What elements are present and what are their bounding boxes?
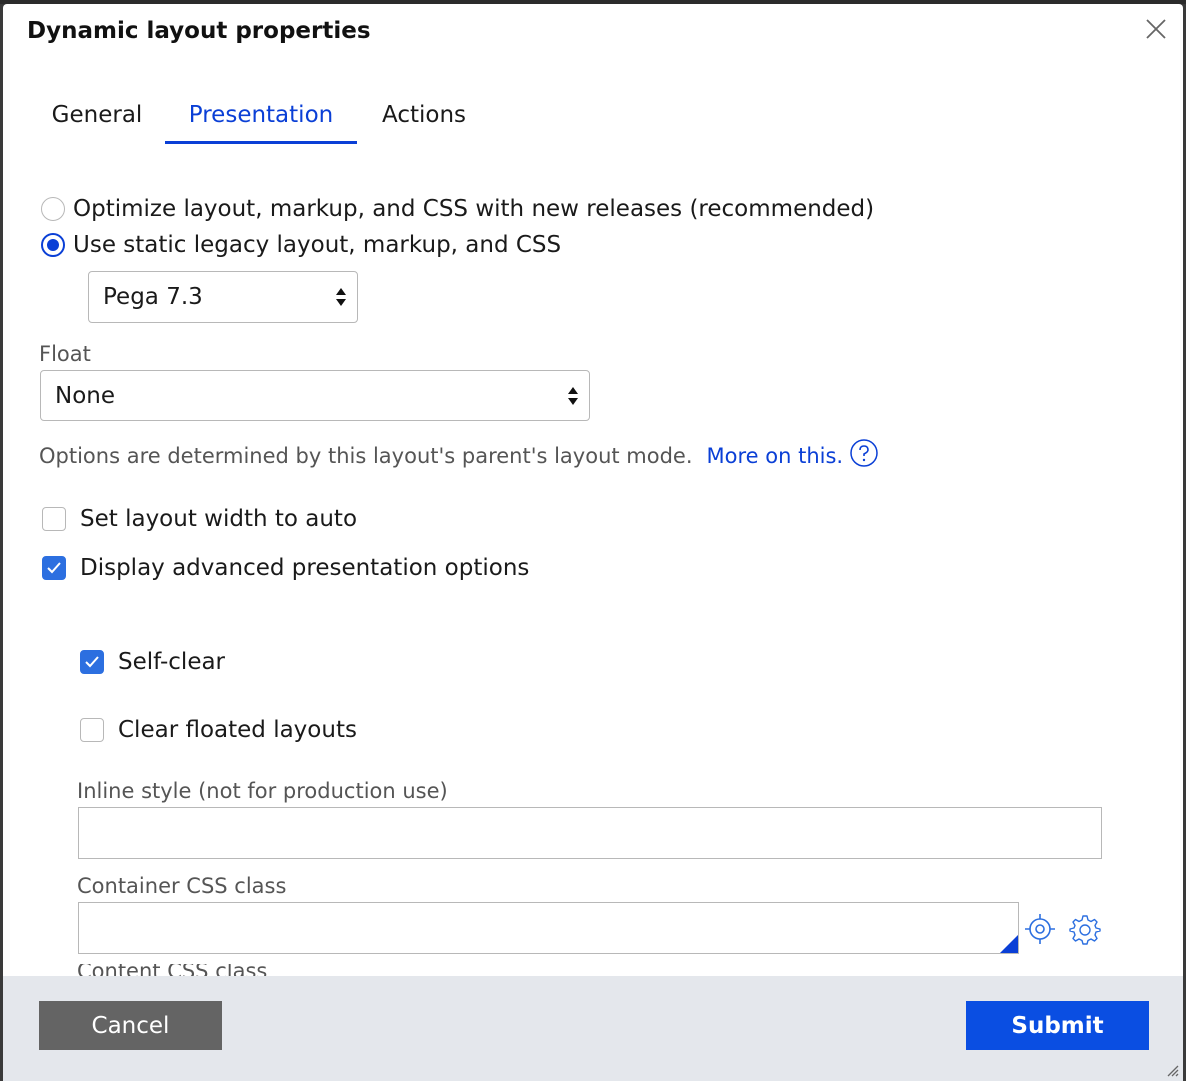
checkbox-clear-floated-label: Clear floated layouts	[118, 717, 357, 743]
radio-static-button[interactable]	[41, 233, 65, 257]
checkbox-clear-floated[interactable]: Clear floated layouts	[80, 715, 357, 745]
gear-icon[interactable]	[1069, 913, 1101, 945]
checkbox-width-auto-box[interactable]	[42, 507, 66, 531]
checkbox-advanced-label: Display advanced presentation options	[80, 555, 530, 581]
tab-general[interactable]: General	[27, 96, 167, 141]
dialog-footer: Cancel Submit	[3, 976, 1183, 1081]
dialog-title: Dynamic layout properties	[27, 18, 371, 44]
more-on-this-link[interactable]: More on this.	[707, 444, 844, 468]
close-icon[interactable]	[1143, 16, 1169, 42]
radio-static-label: Use static legacy layout, markup, and CS…	[73, 232, 562, 258]
radio-optimize-button[interactable]	[41, 197, 65, 221]
container-css-input[interactable]	[78, 902, 1019, 954]
pega-version-value: Pega 7.3	[103, 284, 203, 310]
inline-style-label: Inline style (not for production use)	[77, 779, 448, 803]
checkbox-self-clear-label: Self-clear	[118, 649, 226, 675]
resize-grip-icon[interactable]	[1165, 1063, 1179, 1077]
checkbox-advanced-box[interactable]	[42, 556, 66, 580]
radio-optimize-layout[interactable]: Optimize layout, markup, and CSS with ne…	[41, 192, 874, 226]
checkmark-icon	[47, 562, 61, 574]
select-arrows-icon	[568, 386, 578, 405]
float-help: Options are determined by this layout's …	[39, 438, 879, 473]
checkmark-icon	[85, 656, 99, 668]
target-icon[interactable]	[1024, 913, 1056, 945]
radio-optimize-label: Optimize layout, markup, and CSS with ne…	[73, 196, 875, 222]
float-label: Float	[39, 342, 91, 366]
checkbox-width-auto[interactable]: Set layout width to auto	[42, 504, 357, 534]
checkbox-advanced[interactable]: Display advanced presentation options	[42, 553, 529, 583]
dynamic-layout-properties-dialog: Dynamic layout properties General Presen…	[3, 4, 1183, 1081]
float-value: None	[55, 382, 116, 409]
checkbox-self-clear-box[interactable]	[80, 650, 104, 674]
question-circle-icon[interactable]	[849, 438, 879, 473]
container-css-label: Container CSS class	[77, 874, 287, 898]
checkbox-width-auto-label: Set layout width to auto	[80, 506, 358, 532]
autocomplete-corner-icon	[1000, 935, 1018, 953]
float-help-text: Options are determined by this layout's …	[39, 443, 693, 468]
submit-button[interactable]: Submit	[966, 1001, 1149, 1050]
select-arrows-icon	[336, 288, 346, 306]
inline-style-input[interactable]	[78, 807, 1102, 859]
pega-version-select[interactable]: Pega 7.3	[88, 271, 358, 323]
checkbox-self-clear[interactable]: Self-clear	[80, 647, 225, 677]
cancel-button[interactable]: Cancel	[39, 1001, 222, 1050]
float-select[interactable]: None	[40, 370, 590, 421]
tab-actions[interactable]: Actions	[372, 96, 476, 141]
tab-presentation[interactable]: Presentation	[165, 96, 357, 144]
radio-static-legacy[interactable]: Use static legacy layout, markup, and CS…	[41, 228, 561, 262]
checkbox-clear-floated-box[interactable]	[80, 718, 104, 742]
